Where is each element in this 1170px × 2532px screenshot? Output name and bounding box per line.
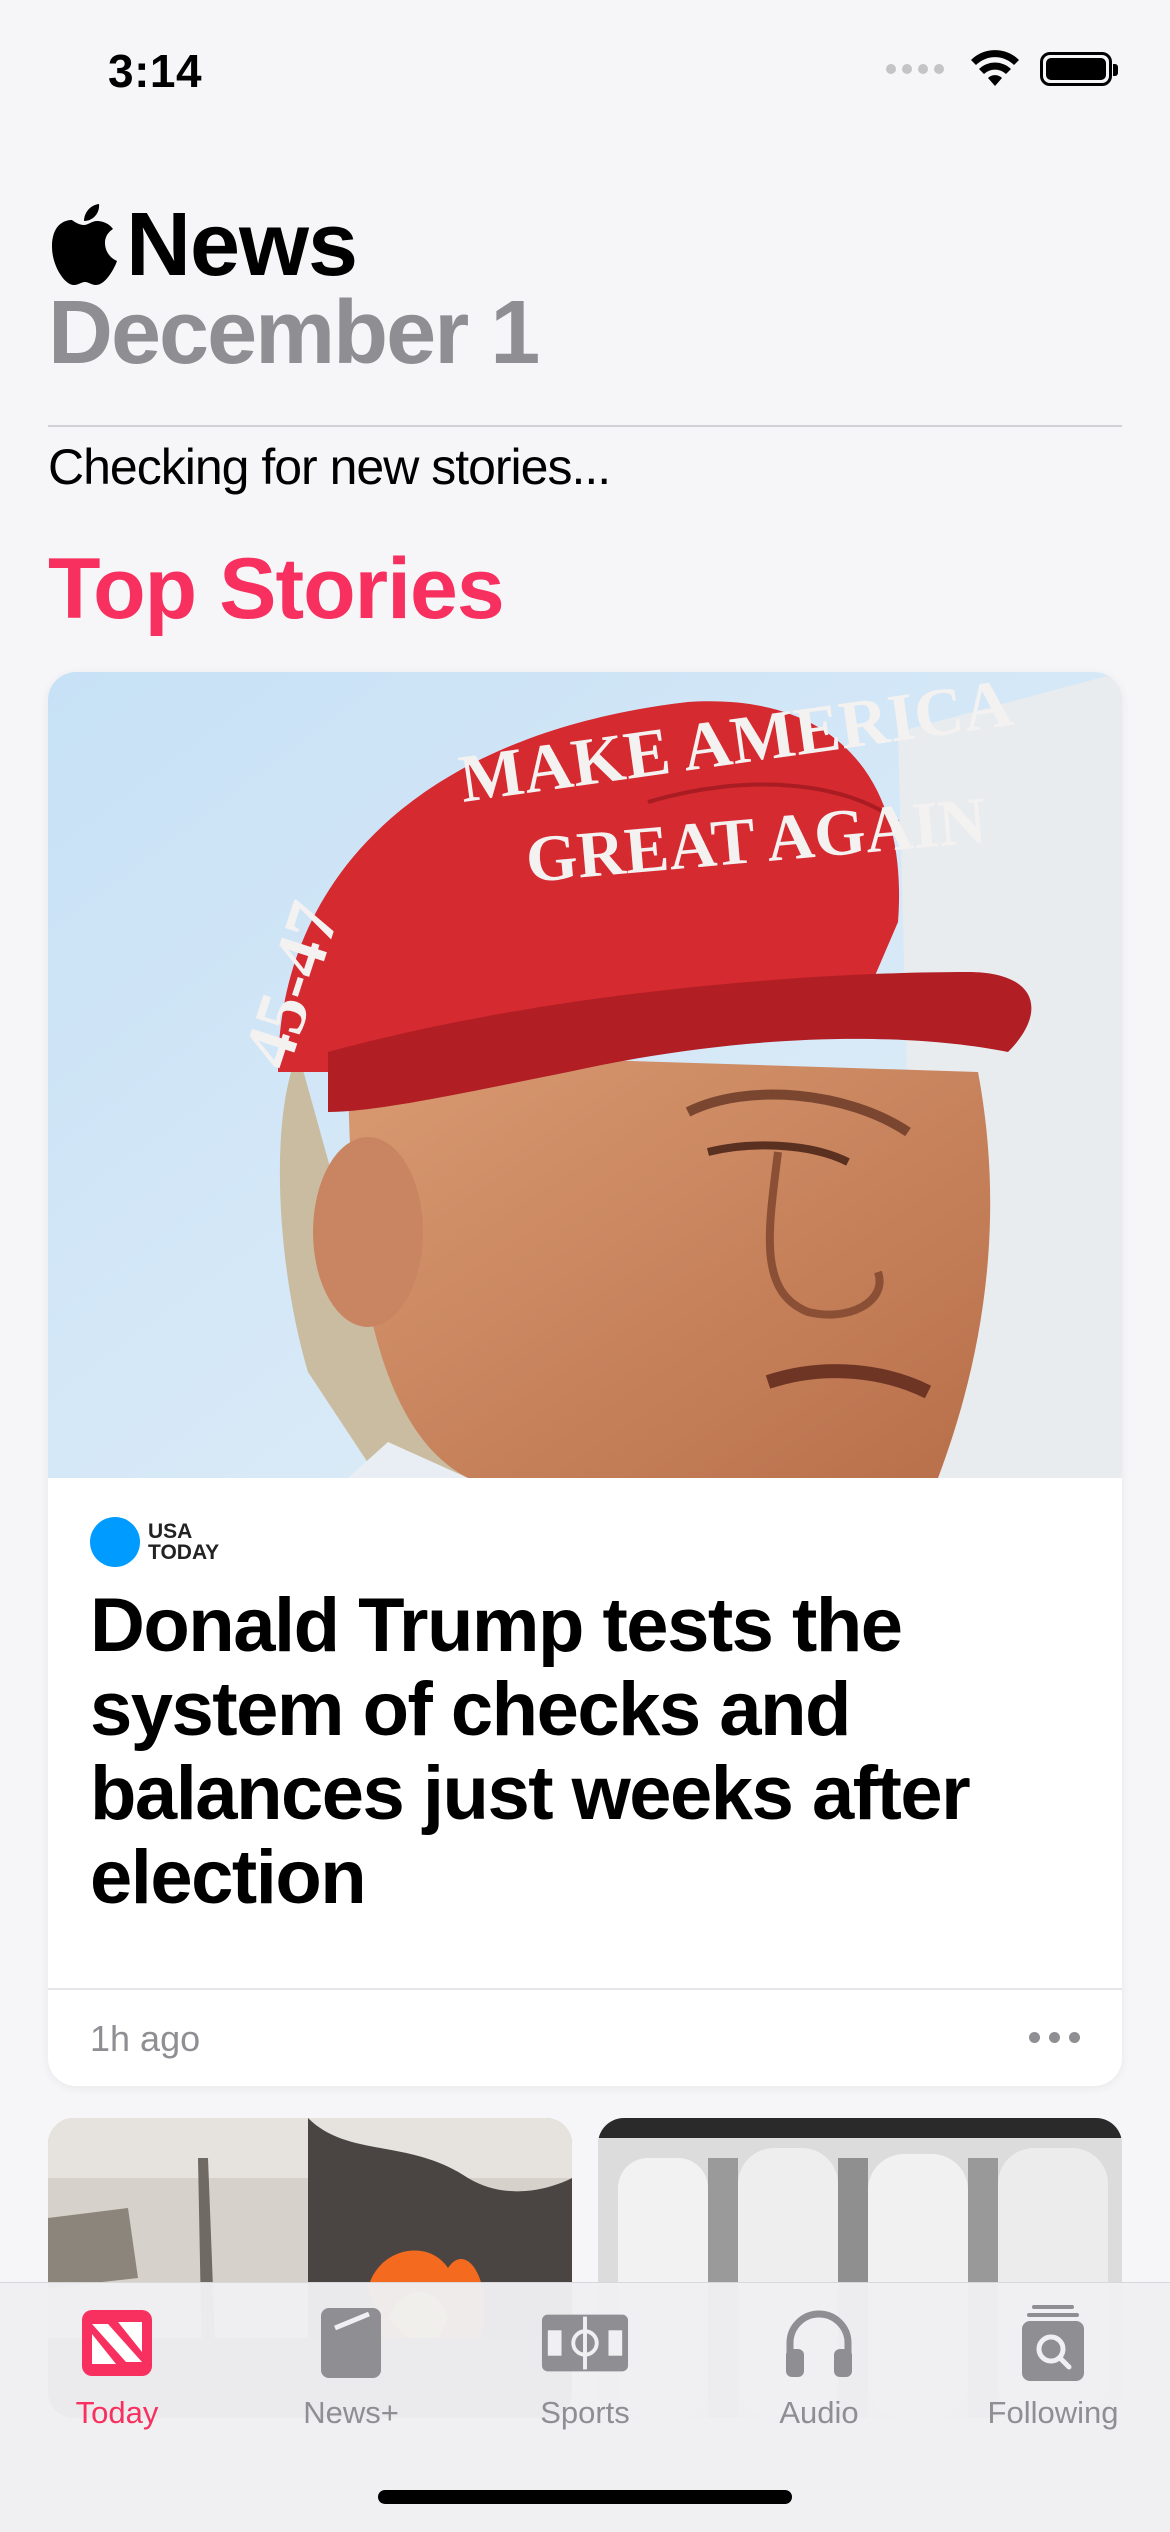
top-story-card[interactable]: MAKE AMERICA GREAT AGAIN 45-47 USA TODAY… (48, 672, 1122, 2086)
brand: News (48, 195, 1122, 295)
news-header: News December 1 (48, 195, 1122, 383)
tab-label-audio: Audio (779, 2395, 859, 2430)
sports-field-icon (540, 2303, 630, 2383)
tab-following[interactable]: Following (936, 2283, 1170, 2532)
tab-label-sports: Sports (540, 2395, 630, 2430)
tab-label-following: Following (987, 2395, 1119, 2430)
status-time: 3:14 (108, 45, 203, 97)
wifi-icon (971, 50, 1019, 86)
usa-today-dot-icon (90, 1517, 140, 1567)
headphones-icon (774, 2303, 864, 2383)
status-icons (886, 50, 1118, 88)
tab-label-today: Today (75, 2395, 159, 2430)
home-indicator[interactable] (378, 2490, 792, 2504)
story-timestamp: 1h ago (90, 2018, 201, 2059)
current-date: December 1 (48, 283, 540, 383)
card-footer-divider (48, 1988, 1122, 1990)
story-image[interactable]: MAKE AMERICA GREAT AGAIN 45-47 (48, 672, 1122, 1478)
section-title-top-stories[interactable]: Top Stories (48, 540, 505, 639)
tab-today[interactable]: Today (0, 2283, 234, 2532)
cellular-signal-icon (886, 64, 944, 74)
battery-icon (1040, 52, 1118, 86)
news-plus-icon (306, 2303, 396, 2383)
tab-label-news-plus: News+ (303, 2395, 399, 2430)
apple-logo-icon (52, 204, 117, 285)
story-headline[interactable]: Donald Trump tests the system of checks … (90, 1584, 1080, 1920)
following-search-icon (1008, 2303, 1098, 2383)
status-bar: 3:14 (0, 0, 1170, 150)
app-title: News (126, 194, 358, 295)
source-name: USA TODAY (148, 1520, 220, 1564)
source-logo-usa-today[interactable]: USA TODAY (90, 1517, 238, 1567)
refresh-status: Checking for new stories... (48, 439, 611, 495)
ellipsis-icon (1029, 2032, 1040, 2043)
news-today-icon (72, 2303, 162, 2383)
more-options-button[interactable] (1023, 2012, 1086, 2063)
header-divider (48, 425, 1122, 427)
